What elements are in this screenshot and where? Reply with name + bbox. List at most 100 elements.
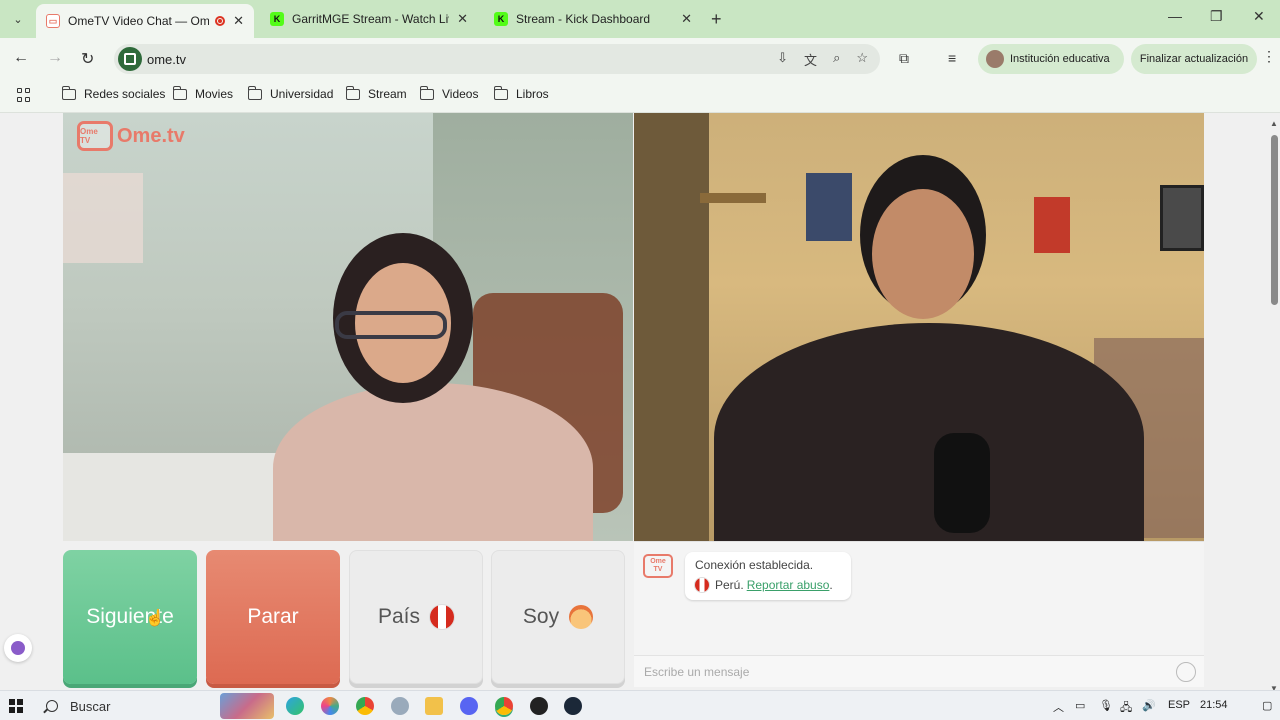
bookmark-universidad[interactable]: Universidad (247, 85, 334, 101)
search-highlight-image (220, 693, 274, 719)
url-text: ome.tv (147, 52, 187, 67)
notifications-icon[interactable]: ▢ (1262, 699, 1272, 712)
tab-title: GarritMGE Stream - Watch Live (292, 12, 450, 26)
emoji-icon[interactable] (1176, 662, 1196, 682)
bookmark-label: Universidad (270, 87, 334, 101)
translate-icon[interactable]: 文 (804, 50, 817, 69)
zoom-icon[interactable]: ⌕ (833, 50, 840, 69)
peru-flag-icon (695, 578, 709, 592)
edge-icon[interactable] (286, 697, 304, 715)
close-tab-icon[interactable]: ✕ (681, 11, 692, 27)
extension-badge-icon[interactable] (4, 634, 32, 662)
local-video (634, 113, 1204, 541)
browser-toolbar: ← → ↻ ome.tv ⇩ 文 ⌕ ☆ ⧉ ≡ Institución edu… (0, 38, 1280, 80)
language-indicator[interactable]: ESP (1168, 699, 1190, 711)
tab-strip: ⌄ ▭ OmeTV Video Chat — Ome ✕ K GarritMGE… (0, 0, 1280, 38)
install-app-icon[interactable]: ⇩ (777, 50, 788, 69)
scroll-up-icon[interactable]: ▲ (1270, 119, 1278, 128)
windows-start-icon[interactable] (9, 699, 23, 713)
extensions-icon[interactable]: ⧉ (899, 50, 909, 67)
copilot-icon[interactable] (321, 697, 339, 715)
search-label: Buscar (70, 698, 111, 714)
system-message: Conexión establecida. Perú. Reportar abu… (685, 552, 851, 600)
folder-icon (493, 85, 508, 100)
network-icon[interactable]: 🖧 (1120, 699, 1132, 718)
bookmark-label: Redes sociales (84, 87, 166, 101)
folder-icon (419, 85, 434, 100)
bookmark-libros[interactable]: Libros (493, 85, 549, 101)
country-button[interactable]: País (349, 550, 483, 684)
page-content: Ome TV Ome.tv Siguiente Parar País Soy ☝… (0, 113, 1280, 693)
windows-taskbar: Buscar ︿ ▭ 🎙 🖧 🔊 ESP 21:54 ▢ (0, 690, 1280, 720)
site-info-icon[interactable] (118, 47, 142, 71)
close-tab-icon[interactable]: ✕ (233, 13, 244, 29)
page-scrollbar[interactable]: ▲ ▼ (1270, 119, 1278, 693)
back-button[interactable]: ← (13, 49, 29, 67)
battery-icon[interactable]: ▭ (1075, 699, 1085, 712)
ometv-chat-icon: Ome TV (643, 554, 673, 578)
chrome-icon[interactable] (356, 697, 374, 715)
report-abuse-link[interactable]: Reportar abuso (747, 578, 830, 592)
tab-kick-dashboard[interactable]: K Stream - Kick Dashboard ✕ (484, 4, 702, 34)
folder-icon (61, 85, 76, 100)
bookmark-redes-sociales[interactable]: Redes sociales (61, 85, 166, 101)
tab-title: Stream - Kick Dashboard (516, 12, 651, 26)
restore-button[interactable]: ❐ (1210, 8, 1223, 25)
steam-icon[interactable] (564, 697, 582, 715)
microphone-icon[interactable]: 🎙 (1099, 699, 1113, 712)
minimize-button[interactable]: — (1168, 8, 1182, 24)
bookmark-stream[interactable]: Stream (345, 85, 407, 101)
connection-status: Conexión establecida. (695, 558, 814, 572)
folder-icon (172, 85, 187, 100)
profile-button[interactable]: Institución educativa (978, 44, 1124, 74)
kick-favicon-icon: K (270, 12, 284, 26)
address-bar[interactable]: ome.tv ⇩ 文 ⌕ ☆ (114, 44, 880, 74)
volume-icon[interactable]: 🔊 (1142, 699, 1156, 712)
bookmark-label: Movies (195, 87, 234, 101)
forward-button[interactable]: → (47, 49, 63, 67)
app-icon[interactable] (391, 697, 409, 715)
logo-text: Ome.tv (117, 124, 185, 147)
remote-video: Ome TV Ome.tv (63, 113, 633, 541)
bookmark-label: Videos (442, 87, 479, 101)
bookmark-movies[interactable]: Movies (172, 85, 234, 101)
update-button[interactable]: Finalizar actualización (1131, 44, 1257, 74)
boy-emoji-icon (569, 605, 594, 629)
file-explorer-icon[interactable] (425, 697, 443, 715)
tab-garritmge-stream[interactable]: K GarritMGE Stream - Watch Live ✕ (260, 4, 478, 34)
country-label: País (377, 605, 421, 628)
close-window-button[interactable]: ✕ (1253, 8, 1265, 25)
menu-icon[interactable]: ⋮ (1262, 48, 1276, 65)
discord-icon[interactable] (460, 697, 478, 715)
bookmark-videos[interactable]: Videos (419, 85, 479, 101)
tab-title: OmeTV Video Chat — Ome (68, 14, 210, 28)
apps-grid-icon[interactable] (17, 88, 31, 102)
logo-tv-icon: Ome TV (77, 121, 113, 151)
peru-flag-icon (430, 605, 455, 629)
tab-ometv[interactable]: ▭ OmeTV Video Chat — Ome ✕ (36, 4, 254, 38)
gender-label: Soy (522, 605, 560, 628)
bookmark-star-icon[interactable]: ☆ (856, 50, 868, 69)
gender-button[interactable]: Soy (491, 550, 625, 684)
partner-country: Perú. (715, 578, 744, 592)
clock[interactable]: 21:54 (1200, 699, 1228, 711)
new-tab-button[interactable]: + (711, 9, 722, 30)
chrome-active-icon[interactable] (495, 697, 513, 715)
media-controls-icon[interactable]: ≡ (948, 50, 956, 66)
chat-panel: Ome TV Conexión establecida. Perú. Repor… (634, 541, 1204, 687)
tab-search-button[interactable]: ⌄ (6, 7, 30, 31)
message-input[interactable]: Escribe un mensaje (634, 655, 1204, 687)
close-tab-icon[interactable]: ✕ (457, 11, 468, 27)
folder-icon (345, 85, 360, 100)
stop-button[interactable]: Parar (206, 550, 340, 684)
scroll-thumb[interactable] (1271, 135, 1278, 305)
next-button[interactable]: Siguiente (63, 550, 197, 684)
bookmark-label: Stream (368, 87, 407, 101)
tray-chevron-icon[interactable]: ︿ (1053, 699, 1064, 715)
reload-button[interactable]: ↻ (81, 49, 94, 69)
kick-favicon-icon: K (494, 12, 508, 26)
recording-icon (215, 16, 226, 26)
search-icon (46, 700, 58, 712)
folder-icon (247, 85, 262, 100)
obs-icon[interactable] (530, 697, 548, 715)
